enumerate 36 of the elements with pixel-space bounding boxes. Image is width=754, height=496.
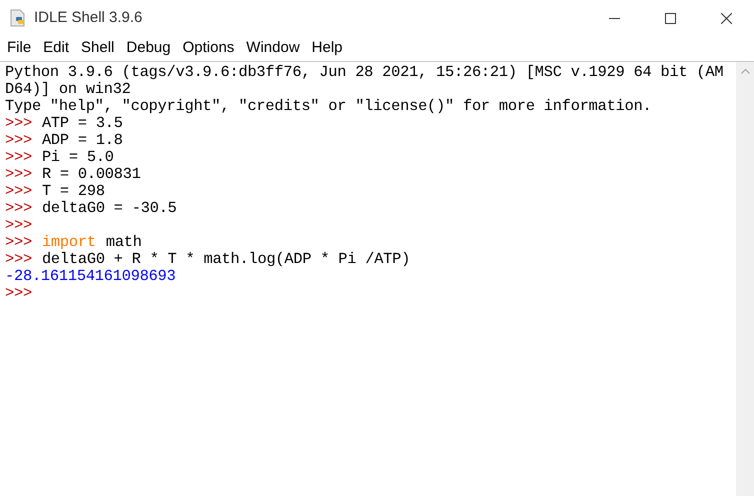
scroll-up-icon (740, 68, 750, 74)
prompt: >>> (5, 149, 32, 166)
python-file-icon (9, 9, 27, 27)
code-text: T = 298 (42, 183, 105, 200)
code-text: deltaG0 + R * T * math.log(ADP * Pi /ATP) (42, 251, 410, 268)
prompt: >>> (5, 234, 32, 251)
code-text: R = 0.00831 (42, 166, 141, 183)
close-icon (720, 12, 732, 24)
code-text: ATP = 3.5 (42, 115, 123, 132)
maximize-icon (664, 12, 676, 24)
menu-item[interactable]: Options (176, 37, 240, 60)
scrollbar[interactable] (736, 62, 754, 496)
result-text: -28.161154161098693 (5, 268, 176, 285)
menu-item[interactable]: File (1, 37, 38, 60)
banner-text: D64)] on win32 (5, 81, 131, 98)
menu-item[interactable]: Debug (120, 37, 177, 60)
code-text: math (106, 234, 142, 251)
code-text: Pi = 5.0 (42, 149, 114, 166)
prompt: >>> (5, 217, 32, 234)
menu-item[interactable]: Edit (37, 37, 76, 60)
prompt: >>> (5, 200, 32, 217)
prompt: >>> (5, 285, 32, 302)
prompt: >>> (5, 251, 32, 268)
banner-text: Python 3.9.6 (tags/v3.9.6:db3ff76, Jun 28 2021, 15:26:21) [MSC v.1929 64 bit (AM (5, 64, 724, 81)
menu-item[interactable]: Window (240, 37, 306, 60)
prompt: >>> (5, 166, 32, 183)
code-text: ADP = 1.8 (42, 132, 123, 149)
menu-item[interactable]: Help (306, 37, 349, 60)
prompt: >>> (5, 132, 32, 149)
prompt: >>> (5, 115, 32, 132)
window-title: IDLE Shell 3.9.6 (34, 8, 142, 28)
prompt: >>> (5, 183, 32, 200)
banner-text: Type "help", "copyright", "credits" or "license()" for more information. (5, 98, 652, 115)
menu-item[interactable]: Shell (75, 37, 120, 60)
code-text: deltaG0 = -30.5 (42, 200, 177, 217)
keyword: import (42, 234, 96, 251)
